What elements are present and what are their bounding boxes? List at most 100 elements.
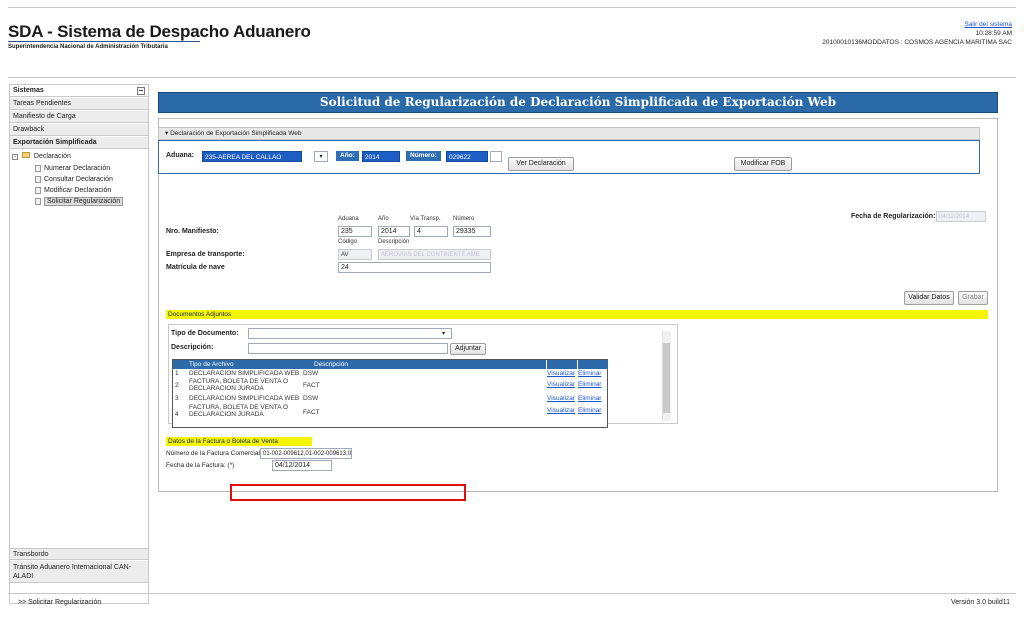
numero-label: Número: (406, 151, 441, 161)
row-num: 3 (175, 395, 179, 402)
version-label: Versión 3.0 build11 (950, 599, 1010, 606)
eliminar-link[interactable]: Eliminar (578, 395, 601, 403)
document-icon (35, 164, 41, 172)
title-underline (8, 41, 200, 42)
nro-manifiesto-label: Nro. Manifiesto: (166, 228, 219, 235)
user-info: 20100010136MODDATOS : COSMOS AGENCIA MAR… (822, 39, 1012, 46)
table-header-del (577, 360, 608, 369)
row-num: 1 (175, 370, 179, 377)
documentos-table: Tipo de Archivo Descripción 1 DECLARACIO… (172, 359, 608, 428)
tree-item-label: Modificar Declaración (44, 187, 112, 194)
visualizar-link[interactable]: Visualizar (547, 407, 575, 415)
ver-declaracion-button[interactable]: Ver Declaración (508, 157, 574, 171)
sidebar-item-transbordo[interactable]: Transbordo (10, 548, 148, 560)
tree-item-consultar[interactable]: Consultar Declaración (35, 175, 113, 185)
adjuntar-button[interactable]: Adjuntar (450, 343, 486, 355)
factura-fecha-field[interactable]: 04/12/2014 (272, 460, 332, 471)
empresa-label: Empresa de transporte: (166, 251, 245, 258)
table-header-num (173, 360, 183, 369)
sidebar-item-tareas[interactable]: Tareas Pendientes (10, 98, 148, 110)
page-title: Solicitud de Regularización de Declaraci… (158, 92, 998, 113)
app-title: SDA - Sistema de Despacho Aduanero (8, 22, 311, 41)
descripcion-label: Descripción: (171, 344, 214, 351)
sidebar-item-sistemas[interactable]: Sistemas – (10, 85, 148, 97)
col-codigo-label: Código (338, 239, 358, 245)
clock: 10:28:59 AM (975, 30, 1013, 37)
sidebar-item-drawback[interactable]: Drawback (10, 124, 148, 136)
docs-scroll-thumb[interactable] (663, 343, 670, 413)
table-header-descripcion: Descripción (314, 360, 546, 369)
tree-root[interactable]: - Declaración (12, 152, 71, 162)
visualizar-link[interactable]: Visualizar (547, 395, 575, 403)
empresa-codigo-field: AV (338, 249, 372, 260)
footer-rule (8, 593, 1016, 594)
main-content: Solicitud de Regularización de Declaraci… (150, 84, 1006, 604)
breadcrumb: >> Solicitar Regularización (18, 599, 102, 606)
row-desc: FACT (303, 409, 320, 416)
visualizar-link[interactable]: Visualizar (547, 381, 575, 389)
matricula-label: Matrícula de nave (166, 264, 225, 271)
sidebar-item-manifiesto[interactable]: Manifiesto de Carga (10, 111, 148, 123)
tipo-documento-select[interactable]: ▾ (248, 328, 452, 339)
chevron-down-icon[interactable]: ▾ (314, 151, 328, 162)
collapse-icon[interactable]: – (137, 87, 145, 95)
manifiesto-via-field[interactable]: 4 (414, 226, 448, 237)
app-subtitle: Superintendencia Nacional de Administrac… (8, 44, 168, 50)
manifiesto-anio-field[interactable]: 2014 (378, 226, 410, 237)
table-header-tipo: Tipo de Archivo (183, 360, 314, 369)
tipo-documento-label: Tipo de Documento: (171, 330, 239, 337)
logout-link[interactable]: Salir del sistema (822, 20, 1012, 29)
sidebar-item-transito[interactable]: Tránsito Aduanero Internacional CAN-ALAD… (10, 561, 148, 583)
modificar-fob-button[interactable]: Modificar FOB (734, 157, 792, 171)
validar-datos-button[interactable]: Validar Datos (904, 291, 954, 305)
col-descripcion-label: Descripción (378, 239, 410, 245)
document-icon (35, 175, 41, 183)
manifiesto-aduana-field[interactable]: 235 (338, 226, 372, 237)
factura-numero-field[interactable]: 01-002-009612,01-002-009613,0 (260, 448, 352, 459)
numero-spacer (490, 151, 502, 162)
form-panel (158, 118, 998, 492)
matricula-field[interactable]: 24 (338, 262, 491, 273)
highlight-box (230, 484, 466, 501)
aduana-select[interactable]: 235-AEREA DEL CALLAO (202, 151, 302, 162)
tree-root-label: Declaración (33, 153, 71, 160)
fecha-regularizacion-label: Fecha de Regularización: (851, 213, 936, 220)
tree-item-solicitar[interactable]: Solicitar Regularización (35, 197, 124, 207)
eliminar-link[interactable]: Eliminar (578, 407, 601, 415)
numero-input[interactable]: 029622 (446, 151, 488, 162)
sidebar-item-exportacion[interactable]: Exportación Simplificada (10, 137, 148, 149)
session-info: Salir del sistema 10:28:59 AM 2010001013… (822, 20, 1012, 47)
chevron-down-icon: ▾ (441, 331, 445, 337)
eliminar-link[interactable]: Eliminar (578, 381, 601, 389)
row-tipo: DECLARACION SIMPLIFICADA WEB (189, 370, 300, 377)
header-rule (8, 77, 1016, 78)
eliminar-link[interactable]: Eliminar (578, 370, 601, 378)
factura-fecha-label: Fecha de la Factura: (*) (166, 462, 235, 469)
row-tipo: FACTURA, BOLETA DE VENTA O DECLARACION J… (189, 378, 289, 392)
row-tipo: DECLARACION SIMPLIFICADA WEB (189, 395, 300, 402)
document-icon (35, 197, 41, 205)
factura-numero-label: Número de la Factura Comercial: (*) (166, 450, 271, 457)
row-desc: DSW (303, 395, 319, 402)
expand-icon[interactable]: - (12, 154, 18, 160)
col-aduana-label: Aduana (338, 216, 359, 222)
tree-item-label: Solicitar Regularización (44, 197, 124, 206)
folder-icon (21, 152, 30, 158)
sidebar: Sistemas – Tareas Pendientes Manifiesto … (9, 84, 149, 604)
col-via-label: Vía Transp. (410, 216, 441, 222)
tree-item-label: Consultar Declaración (44, 176, 113, 183)
col-anio-label: Año (378, 216, 389, 222)
tree-item-numerar[interactable]: Numerar Declaración (35, 164, 110, 174)
fecha-regularizacion-field: 04/12/2014 (936, 211, 986, 222)
grabar-button[interactable]: Grabar (958, 291, 988, 305)
tree-item-label: Numerar Declaración (44, 165, 111, 172)
anio-input[interactable]: 2014 (362, 151, 400, 162)
descripcion-input[interactable] (248, 343, 448, 354)
row-num: 2 (175, 382, 179, 389)
anio-label: Año: (336, 151, 359, 161)
visualizar-link[interactable]: Visualizar (547, 370, 575, 378)
panel-header[interactable]: ▾ Declaración de Exportación Simplificad… (158, 127, 980, 140)
table-header-ver (546, 360, 577, 369)
tree-item-modificar[interactable]: Modificar Declaración (35, 186, 111, 196)
manifiesto-numero-field[interactable]: 29335 (453, 226, 491, 237)
